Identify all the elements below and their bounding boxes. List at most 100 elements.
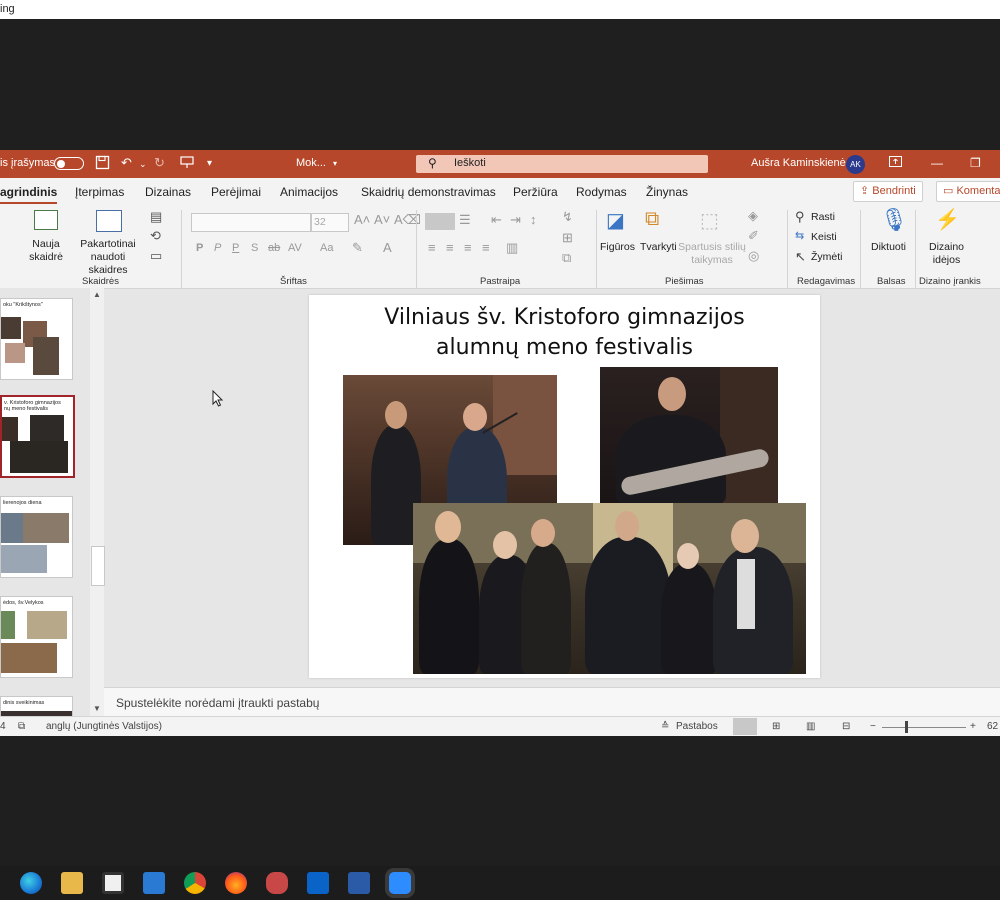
text-direction-icon[interactable]: ↯ (562, 209, 573, 225)
paint-icon[interactable] (266, 872, 288, 894)
comments-button[interactable]: ▭ Komenta (936, 181, 1000, 202)
scrollbar-thumb[interactable] (91, 546, 105, 586)
word-icon[interactable] (348, 872, 370, 894)
redo-icon[interactable]: ↻ (154, 155, 165, 171)
clear-formatting-icon[interactable]: A⌫ (394, 212, 421, 228)
reset-icon[interactable]: ⟲ (150, 228, 161, 244)
minimize-icon[interactable]: — (931, 156, 943, 170)
design-ideas-icon[interactable]: ⚡ (935, 207, 960, 232)
section-icon[interactable]: ▭ (150, 248, 162, 264)
ribbon-display-icon[interactable] (889, 156, 902, 170)
autosave-toggle[interactable] (54, 157, 84, 170)
slide-thumbnail[interactable]: ėdos, šv.Velykos (0, 596, 73, 678)
tab-home[interactable]: agrindinis (0, 185, 58, 205)
zoom-slider-handle[interactable] (905, 721, 908, 733)
file-name[interactable]: Mok... (296, 157, 326, 169)
slide-title[interactable]: Vilniaus šv. Kristoforo gimnazijos alumn… (309, 303, 820, 363)
scroll-up-icon[interactable]: ▲ (93, 290, 101, 299)
reuse-slides-button[interactable]: Pakartotinai naudoti skaidres (70, 238, 146, 277)
scroll-down-icon[interactable]: ▼ (93, 704, 101, 713)
increase-font-icon[interactable]: A˄ (354, 212, 370, 227)
align-left-icon[interactable]: ≡ (428, 240, 436, 255)
change-case-icon[interactable]: Aa (320, 242, 333, 254)
decrease-font-icon[interactable]: A˅ (374, 212, 390, 227)
underline-icon[interactable]: P (232, 242, 239, 254)
zoom-level[interactable]: 62 (987, 721, 998, 732)
tab-transitions[interactable]: Perėjimai (211, 185, 261, 199)
tab-help[interactable]: Žinynas (646, 185, 688, 199)
tab-slideshow[interactable]: Skaidrių demonstravimas (361, 185, 496, 199)
present-icon[interactable] (180, 155, 194, 172)
avatar[interactable]: AK (846, 155, 865, 174)
line-spacing-icon[interactable]: ↕ (530, 212, 537, 227)
font-family-select[interactable] (191, 213, 311, 232)
search-box[interactable]: ⚲ Ieškoti (416, 155, 708, 173)
tab-animations[interactable]: Animacijos (280, 185, 338, 199)
accessibility-icon[interactable]: ⧉ (18, 721, 25, 732)
font-size-select[interactable]: 32 (311, 213, 349, 232)
tab-view[interactable]: Rodymas (576, 185, 627, 199)
tab-insert[interactable]: Įterpimas (75, 185, 124, 199)
user-name[interactable]: Aušra Kaminskienė (751, 157, 846, 169)
shapes-button[interactable]: Figūros (600, 241, 635, 254)
microphone-icon[interactable]: 🎙 (880, 207, 908, 233)
tab-design[interactable]: Dizainas (145, 185, 191, 199)
layout-icon[interactable]: ▤ (150, 209, 162, 225)
find-button[interactable]: Rasti (811, 211, 835, 224)
shadow-icon[interactable]: S (251, 242, 258, 254)
mail-icon[interactable] (143, 872, 165, 894)
store-icon[interactable] (102, 872, 124, 894)
zoom-app-icon[interactable] (389, 872, 411, 894)
undo-icon[interactable]: ↶ (121, 155, 132, 171)
reading-view-icon[interactable]: ▥ (806, 721, 815, 732)
justify-icon[interactable]: ≡ (482, 240, 490, 255)
replace-button[interactable]: Keisti (811, 231, 837, 244)
highlight-icon[interactable]: ✎ (352, 240, 363, 256)
slide-photo-2[interactable] (600, 367, 778, 505)
slide-sorter-icon[interactable]: ⊞ (772, 721, 780, 732)
select-button[interactable]: Žymėti (811, 251, 843, 264)
share-button[interactable]: ⇪ Bendrinti (853, 181, 923, 202)
char-spacing-icon[interactable]: AV (288, 242, 302, 254)
increase-indent-icon[interactable]: ⇥ (510, 212, 521, 228)
align-right-icon[interactable]: ≡ (464, 240, 472, 255)
notes-button[interactable]: Pastabos (676, 721, 718, 732)
design-ideas-button[interactable]: Dizaino idėjos (929, 241, 964, 267)
arrange-button[interactable]: Tvarkyti (640, 241, 677, 254)
firefox-icon[interactable] (225, 872, 247, 894)
shapes-icon[interactable]: ◪ (606, 208, 625, 233)
font-color-icon[interactable]: A (383, 240, 392, 255)
tab-review[interactable]: Peržiūra (513, 185, 558, 199)
strikethrough-icon[interactable]: ab (268, 242, 280, 254)
shape-outline-icon[interactable]: ✐ (748, 228, 759, 244)
align-center-icon[interactable]: ≡ (446, 240, 454, 255)
italic-icon[interactable]: P (214, 242, 221, 254)
save-icon[interactable] (95, 155, 110, 173)
dictate-button[interactable]: Diktuoti (871, 241, 906, 254)
slide-thumbnail-selected[interactable]: ν. Kristoforo gimnazijos nų meno festiva… (0, 395, 75, 478)
slide-canvas[interactable]: Vilniaus šv. Kristoforo gimnazijos alumn… (309, 295, 820, 678)
customize-toolbar-icon[interactable]: ▾ (207, 158, 212, 169)
notes-pane[interactable]: Spustelėkite norėdami įtraukti pastabų (104, 687, 1000, 717)
slideshow-icon[interactable]: ⊟ (842, 721, 850, 732)
quick-styles-icon[interactable]: ⬚ (700, 208, 719, 233)
shape-fill-icon[interactable]: ◈ (748, 208, 758, 224)
slide-thumbnail[interactable]: oku "Krikštynos" (0, 298, 73, 380)
slide-photo-3[interactable] (413, 503, 806, 674)
align-text-icon[interactable]: ⊞ (562, 230, 573, 246)
decrease-indent-icon[interactable]: ⇤ (491, 212, 502, 228)
new-slide-button[interactable]: Nauja skaidrė (24, 238, 68, 264)
reuse-slides-icon[interactable] (96, 210, 122, 232)
edge-icon[interactable] (20, 872, 42, 894)
quick-styles-button[interactable]: Spartusis stilių taikymas (677, 241, 747, 267)
language-status[interactable]: anglų (Jungtinės Valstijos) (46, 721, 162, 732)
zoom-out-icon[interactable]: − (870, 721, 876, 732)
zoom-in-icon[interactable]: + (970, 721, 976, 732)
numbering-icon[interactable]: ☰ (459, 212, 471, 228)
columns-icon[interactable]: ▥ (506, 240, 518, 256)
bold-icon[interactable]: P (196, 242, 203, 254)
zoom-slider[interactable] (882, 727, 966, 728)
arrange-icon[interactable]: ⧉ (645, 208, 659, 231)
outlook-icon[interactable] (307, 872, 329, 894)
thumbnails-scrollbar[interactable]: ▲ ▼ (90, 288, 105, 716)
